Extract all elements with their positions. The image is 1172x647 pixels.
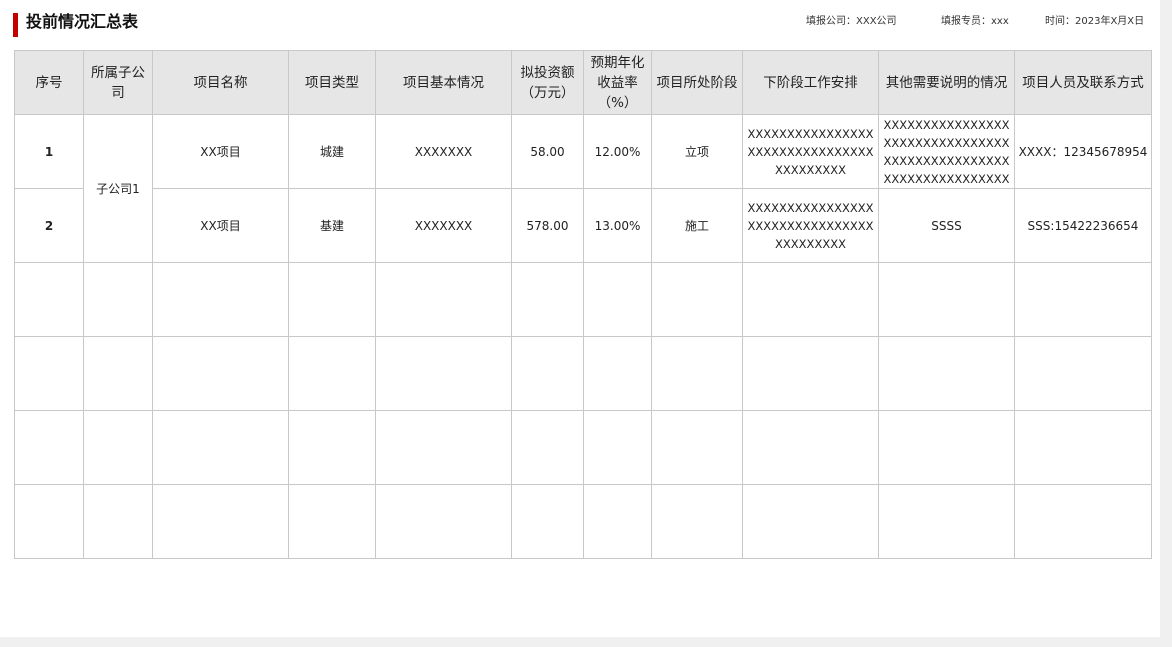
row-basic-info: XXXXXXX <box>375 114 512 189</box>
reporting-company: 填报公司：XXX公司 <box>806 16 897 27</box>
header-investment-amount: 拟投资额（万元） <box>511 50 584 115</box>
empty-cell <box>651 336 743 411</box>
empty-cell <box>1014 410 1152 485</box>
header-project-name: 项目名称 <box>152 50 289 115</box>
empty-cell <box>152 410 289 485</box>
empty-cell <box>651 484 743 559</box>
empty-cell <box>83 484 153 559</box>
empty-cell <box>583 410 652 485</box>
title-accent-mark <box>13 13 18 37</box>
empty-cell <box>651 410 743 485</box>
row-project-name: XX项目 <box>152 188 289 263</box>
row-investment-amount: 58.00 <box>511 114 584 189</box>
empty-cell <box>742 336 879 411</box>
empty-row <box>14 410 1152 485</box>
row-project-stage: 立项 <box>651 114 743 189</box>
empty-cell <box>1014 336 1152 411</box>
table-row: 1 子公司1 XX项目 城建 XXXXXXX 58.00 12.00% 立项 X… <box>14 114 1152 263</box>
empty-cell <box>878 262 1015 337</box>
row-seq: 1 <box>14 114 84 189</box>
empty-cell <box>83 410 153 485</box>
empty-cell <box>375 484 512 559</box>
empty-cell <box>288 336 376 411</box>
header-contact: 项目人员及联系方式 <box>1014 50 1152 115</box>
report-panel: 投前情况汇总表 填报公司：XXX公司 填报专员：xxx 时间：2023年X月X日… <box>0 0 1160 637</box>
row-contact: XXXX：12345678954 <box>1014 114 1152 189</box>
header-basic-info: 项目基本情况 <box>375 50 512 115</box>
row-project-name: XX项目 <box>152 114 289 189</box>
empty-cell <box>14 410 84 485</box>
empty-cell <box>583 484 652 559</box>
empty-cell <box>878 336 1015 411</box>
empty-cell <box>375 262 512 337</box>
empty-cell <box>742 262 879 337</box>
header-seq: 序号 <box>14 50 84 115</box>
empty-cell <box>511 336 584 411</box>
empty-cell <box>511 262 584 337</box>
empty-cell <box>583 262 652 337</box>
empty-cell <box>83 336 153 411</box>
header-subsidiary: 所属子公司 <box>83 50 153 115</box>
row-seq: 2 <box>14 188 84 263</box>
row-contact: SSS:15422236654 <box>1014 188 1152 263</box>
header-project-stage: 项目所处阶段 <box>651 50 743 115</box>
header-next-stage-plan: 下阶段工作安排 <box>742 50 879 115</box>
empty-cell <box>375 336 512 411</box>
empty-cell <box>878 410 1015 485</box>
empty-cell <box>288 484 376 559</box>
row-project-stage: 施工 <box>651 188 743 263</box>
empty-cell <box>1014 484 1152 559</box>
empty-cell <box>742 484 879 559</box>
empty-cell <box>14 336 84 411</box>
row-other-notes: XXXXXXXXXXXXXXXXXXXXXXXXXXXXXXXXXXXXXXXX… <box>878 114 1015 189</box>
empty-cell <box>583 336 652 411</box>
empty-cell <box>375 410 512 485</box>
empty-cell <box>651 262 743 337</box>
table-header-row: 序号 所属子公司 项目名称 项目类型 项目基本情况 拟投资额（万元） 预期年化收… <box>14 50 1152 115</box>
row-basic-info: XXXXXXX <box>375 188 512 263</box>
table-row: 2 XX项目 基建 XXXXXXX 578.00 13.00% 施工 XXXXX… <box>14 188 1152 263</box>
empty-row <box>14 336 1152 411</box>
empty-cell <box>511 484 584 559</box>
empty-cell <box>152 336 289 411</box>
row-investment-amount: 578.00 <box>511 188 584 263</box>
row-next-stage-plan: XXXXXXXXXXXXXXXXXXXXXXXXXXXXXXXXXXXXXXXX… <box>742 188 879 263</box>
empty-cell <box>83 262 153 337</box>
page-title: 投前情况汇总表 <box>26 12 139 31</box>
empty-cell <box>742 410 879 485</box>
empty-cell <box>152 484 289 559</box>
empty-cell <box>878 484 1015 559</box>
empty-cell <box>511 410 584 485</box>
row-expected-return: 12.00% <box>583 114 652 189</box>
empty-cell <box>1014 262 1152 337</box>
header-expected-return: 预期年化收益率（%） <box>583 50 652 115</box>
header-other-notes: 其他需要说明的情况 <box>878 50 1015 115</box>
empty-cell <box>14 484 84 559</box>
row-other-notes: SSSS <box>878 188 1015 263</box>
empty-cell <box>288 262 376 337</box>
row-expected-return: 13.00% <box>583 188 652 263</box>
header-project-type: 项目类型 <box>288 50 376 115</box>
empty-cell <box>288 410 376 485</box>
empty-cell <box>14 262 84 337</box>
empty-row <box>14 484 1152 559</box>
empty-row <box>14 262 1152 337</box>
reporting-person: 填报专员：xxx <box>941 16 1009 27</box>
row-subsidiary: 子公司1 <box>83 114 153 263</box>
report-time: 时间：2023年X月X日 <box>1045 16 1145 27</box>
row-next-stage-plan: XXXXXXXXXXXXXXXXXXXXXXXXXXXXXXXXXXXXXXXX… <box>742 114 879 189</box>
title-bar: 投前情况汇总表 填报公司：XXX公司 填报专员：xxx 时间：2023年X月X日 <box>13 11 1153 39</box>
row-project-type: 城建 <box>288 114 376 189</box>
row-project-type: 基建 <box>288 188 376 263</box>
empty-cell <box>152 262 289 337</box>
summary-table: 序号 所属子公司 项目名称 项目类型 项目基本情况 拟投资额（万元） 预期年化收… <box>14 50 1152 559</box>
